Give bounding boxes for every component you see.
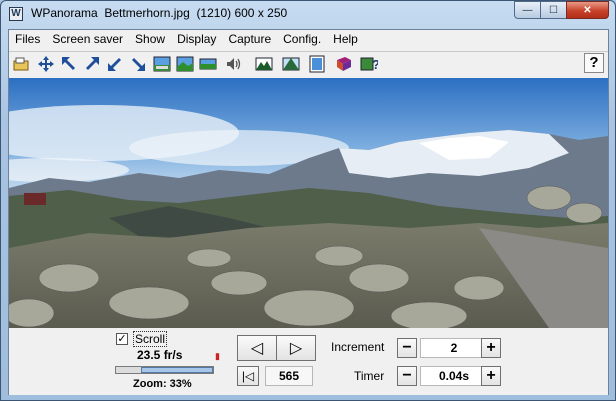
menu-show[interactable]: Show — [129, 30, 171, 48]
shrink-top-left-icon[interactable] — [59, 54, 79, 74]
timer-label: Timer — [354, 369, 385, 383]
maximize-icon: ☐ — [549, 4, 558, 16]
timer-value[interactable]: 0.04s — [420, 366, 488, 386]
menu-bar: Files Screen saver Show Display Capture … — [9, 30, 608, 48]
panorama-image — [9, 78, 608, 328]
expand-top-right-icon[interactable] — [82, 54, 102, 74]
app-name: WPanorama — [31, 6, 98, 20]
menu-display[interactable]: Display — [171, 30, 222, 48]
app-logo-icon: W — [9, 7, 23, 21]
help-picture-icon[interactable]: ? — [359, 54, 379, 74]
title-bar[interactable]: W WPanorama Bettmerhorn.jpg (1210) 600 x… — [1, 1, 615, 27]
increment-minus-button[interactable]: − — [397, 338, 417, 358]
caption-buttons: — ☐ ✕ — [514, 1, 609, 19]
close-icon: ✕ — [583, 4, 592, 16]
picture-fit-icon[interactable] — [152, 54, 172, 74]
picture-green-icon[interactable] — [175, 54, 195, 74]
menu-capture[interactable]: Capture — [222, 30, 277, 48]
landscape-icon[interactable] — [254, 54, 274, 74]
increment-plus-button[interactable]: + — [481, 338, 501, 358]
triangle-right-icon: ▷ — [289, 340, 303, 357]
scroll-right-button[interactable]: ▷ — [276, 335, 316, 361]
timer-plus-button[interactable]: + — [481, 366, 501, 386]
panorama-view[interactable] — [9, 78, 608, 328]
main-window: W WPanorama Bettmerhorn.jpg (1210) 600 x… — [0, 0, 616, 401]
maximize-button[interactable]: ☐ — [540, 1, 567, 19]
frame-icon[interactable] — [307, 54, 327, 74]
help-button[interactable]: ? — [584, 53, 604, 73]
speed-slider[interactable] — [115, 366, 214, 374]
toolbar: ? ? — [9, 51, 608, 79]
open-icon[interactable] — [11, 54, 31, 74]
controls-panel: ✓ Scroll 23.5 fr/s ▮ Zoom: 33% ◁ ▷ |◁ 56… — [9, 328, 608, 395]
mountain-peak-icon[interactable] — [281, 54, 301, 74]
window-title: WPanorama Bettmerhorn.jpg (1210) 600 x 2… — [31, 6, 287, 20]
zoom-level: Zoom: 33% — [133, 378, 192, 390]
sound-icon[interactable] — [224, 54, 244, 74]
timer-minus-button[interactable]: − — [397, 366, 417, 386]
image-info: (1210) 600 x 250 — [196, 6, 288, 20]
file-name: Bettmerhorn.jpg — [104, 6, 190, 20]
client-area: Files Screen saver Show Display Capture … — [8, 29, 609, 395]
speed-slider-fill — [141, 367, 213, 373]
position-field[interactable]: 565 — [265, 366, 313, 386]
frame-rate: 23.5 fr/s — [137, 348, 183, 362]
move-icon[interactable] — [36, 54, 56, 74]
picture-flat-icon[interactable] — [198, 54, 218, 74]
close-button[interactable]: ✕ — [566, 1, 609, 19]
shrink-bottom-left-icon[interactable] — [105, 54, 125, 74]
minimize-button[interactable]: — — [514, 1, 541, 19]
menu-help[interactable]: Help — [327, 30, 364, 48]
go-start-button[interactable]: |◁ — [237, 366, 259, 386]
scroll-left-button[interactable]: ◁ — [237, 335, 277, 361]
book-icon[interactable] — [334, 54, 354, 74]
minimize-icon: — — [522, 4, 533, 16]
increment-label: Increment — [331, 340, 385, 354]
svg-text:?: ? — [372, 57, 378, 72]
expand-bottom-right-icon[interactable] — [128, 54, 148, 74]
skip-start-icon: |◁ — [241, 369, 255, 383]
menu-config[interactable]: Config. — [277, 30, 327, 48]
increment-value[interactable]: 2 — [420, 338, 488, 358]
scroll-checkbox[interactable]: ✓ — [116, 333, 128, 345]
menu-files[interactable]: Files — [9, 30, 46, 48]
triangle-left-icon: ◁ — [250, 340, 264, 357]
scroll-label[interactable]: Scroll — [133, 331, 168, 347]
menu-screen-saver[interactable]: Screen saver — [46, 30, 129, 48]
speed-indicator-icon: ▮ — [215, 351, 220, 361]
